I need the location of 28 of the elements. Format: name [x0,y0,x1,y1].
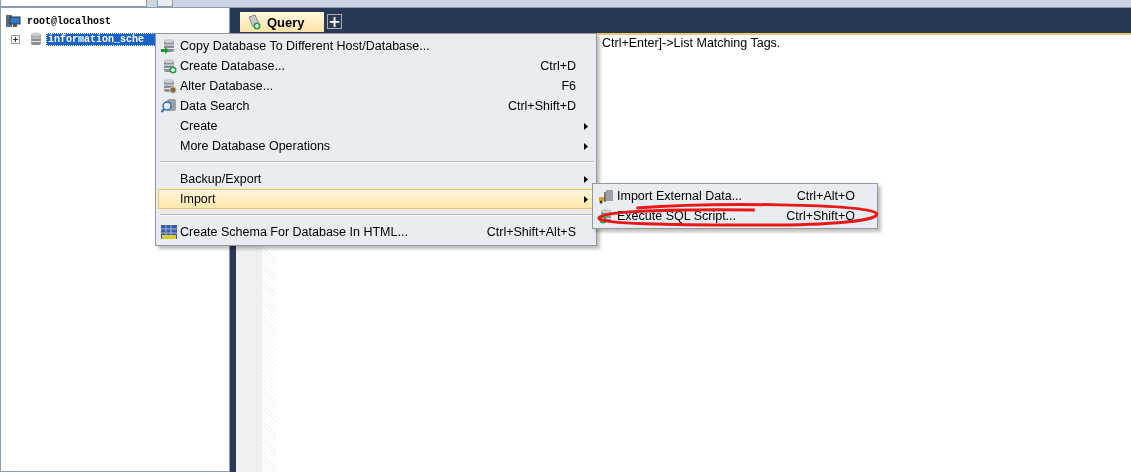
menu-item[interactable]: Import External Data... Ctrl+Alt+O [595,186,873,206]
menu-item[interactable]: Create Database... Ctrl+D [158,56,596,76]
editor-hint: Ctrl+Enter]->List Matching Tags. [602,36,781,50]
query-tab[interactable]: Query [240,12,324,32]
menu-item[interactable]: Execute SQL Script... Ctrl+Shift+Q [595,206,873,226]
query-icon [246,14,262,30]
menu-item[interactable]: Backup/Export [158,169,596,189]
search-icon [161,98,177,114]
submenu-arrow-icon [584,122,588,130]
menu-item[interactable]: More Database Operations [158,136,596,156]
tab-scroll-button[interactable] [157,0,173,7]
tree-item[interactable]: root@localhost [25,14,113,28]
forklift-icon [598,188,614,204]
menu-item[interactable]: Alter Database... F6 [158,76,596,96]
submenu-arrow-icon [584,175,588,183]
submenu-arrow-icon [584,195,588,203]
expand-icon[interactable] [11,34,20,44]
server-icon [5,14,21,28]
menu-item[interactable]: Data Search Ctrl+Shift+D [158,96,596,116]
database-gear-icon [161,78,177,94]
database-plus-icon [161,58,177,74]
html-table-icon [161,224,177,240]
menu-item[interactable]: Create [158,116,596,136]
database-icon [30,31,42,47]
new-tab-button[interactable]: + [327,14,342,29]
submenu-arrow-icon [584,142,588,150]
database-plus-icon [598,208,614,224]
menu-item[interactable]: Create Schema For Database In HTML... Ctrl+Shift+Alt+S [158,222,596,242]
